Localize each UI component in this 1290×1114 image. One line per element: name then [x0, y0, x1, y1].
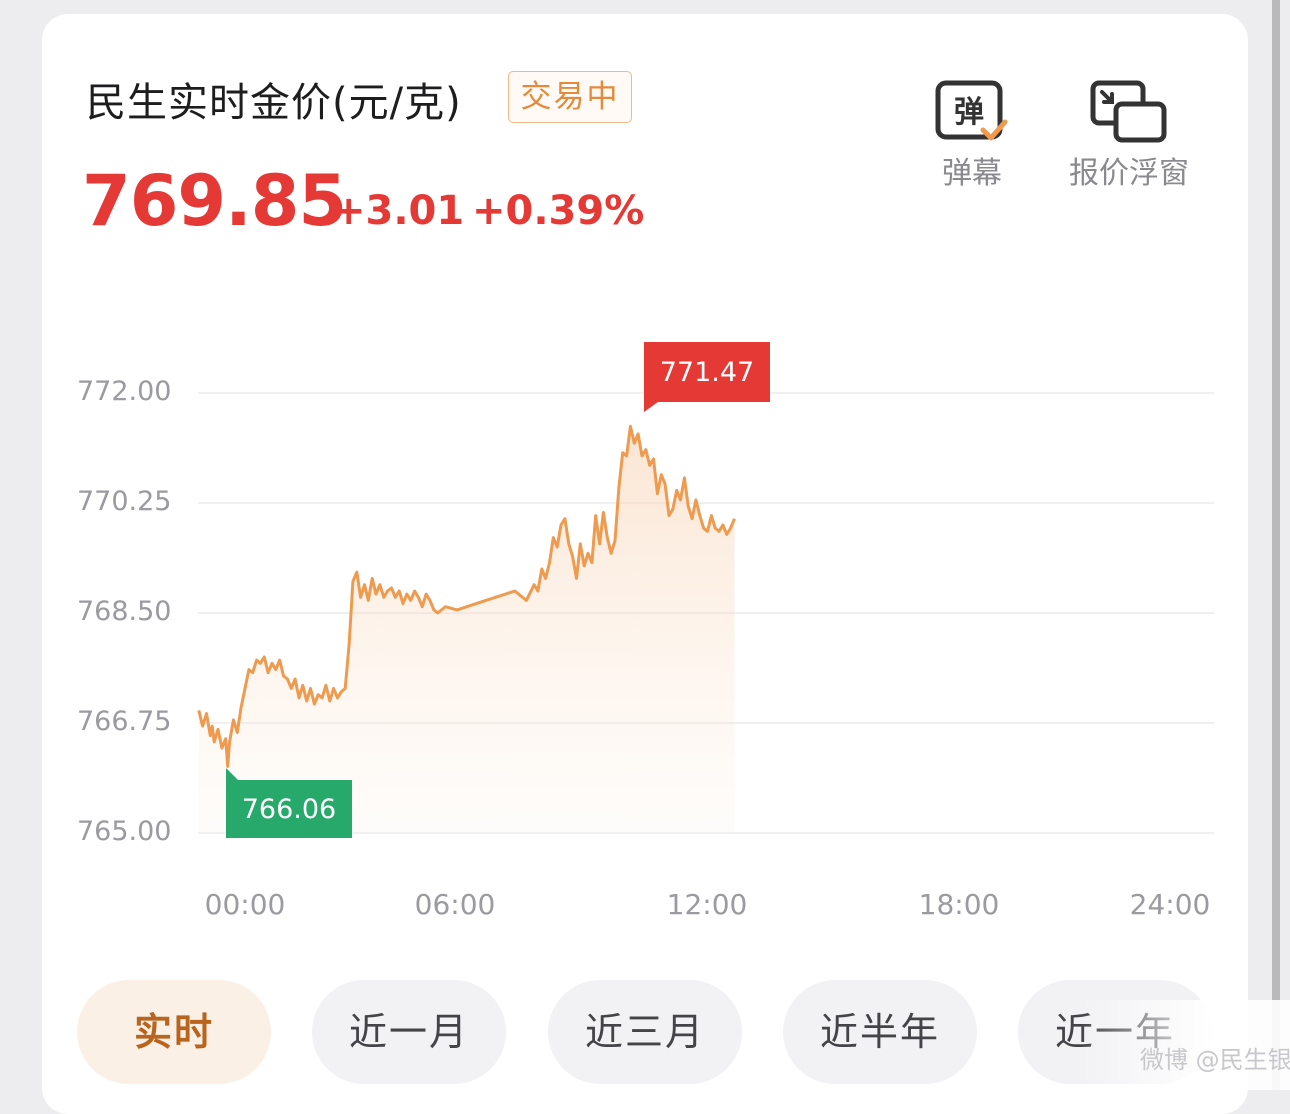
range-tab[interactable]: 近半年: [783, 980, 977, 1084]
y-tick-label: 766.75: [77, 706, 172, 737]
x-tick-label: 00:00: [204, 888, 286, 921]
y-tick-label: 772.00: [77, 376, 172, 407]
x-tick-label: 24:00: [1129, 888, 1211, 921]
x-tick-label: 18:00: [918, 888, 1000, 921]
range-tab[interactable]: 近一月: [312, 980, 506, 1084]
price-area-fill: [198, 426, 735, 833]
x-tick-label: 06:00: [414, 888, 496, 921]
low-price-label: 766.06: [242, 794, 336, 825]
y-tick-label: 768.50: [77, 596, 172, 627]
price-chart[interactable]: 771.47 766.06: [0, 0, 1290, 1090]
y-tick-label: 770.25: [77, 486, 172, 517]
watermark: 微博 @民生银行: [1140, 1046, 1290, 1074]
x-tick-label: 12:00: [666, 888, 748, 921]
y-tick-label: 765.00: [77, 816, 172, 847]
high-price-label: 771.47: [660, 357, 754, 388]
range-tab[interactable]: 近三月: [548, 980, 742, 1084]
range-tab[interactable]: 实时: [77, 980, 271, 1084]
